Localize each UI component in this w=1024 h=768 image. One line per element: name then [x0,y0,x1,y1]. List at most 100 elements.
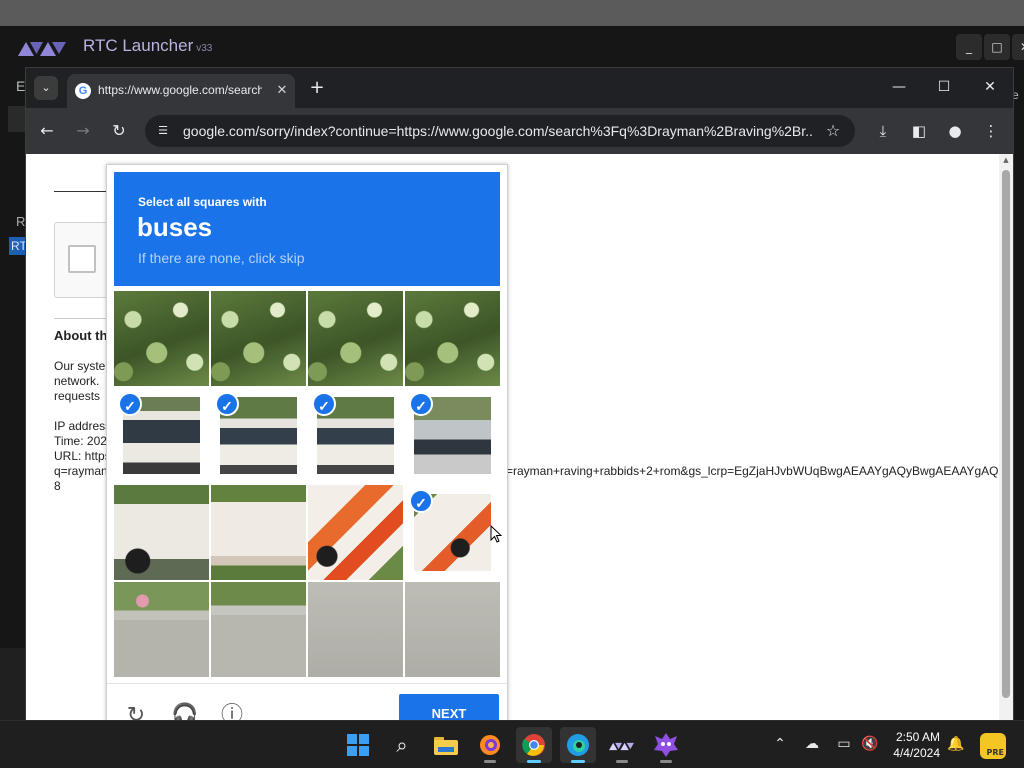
captcha-tile[interactable] [405,291,500,386]
file-explorer-icon[interactable] [428,727,464,763]
rtc-side-letter: E [16,78,26,94]
reload-button[interactable]: ↻ [106,118,132,144]
edge-icon[interactable] [560,727,596,763]
captcha-tile[interactable] [114,485,209,580]
taskbar: ⌕ ⌃ ☁ ▭ 🔇 2:50 AM 4/4/2024 🔔 PRE [0,720,1024,768]
captcha-hint: If there are none, click skip [138,250,305,266]
search-icon[interactable]: ⌕ [384,727,420,763]
next-button[interactable]: NEXT [399,694,499,720]
rtc-close-button[interactable]: ✕ [1012,34,1024,60]
browser-toolbar: ← → ↻ ☰ google.com/sorry/index?continue=… [26,108,1013,154]
volume-muted-icon[interactable]: 🔇 [859,733,881,755]
scroll-up-icon[interactable]: ▲ [1002,156,1010,166]
chrome-logo-icon [522,734,545,756]
captcha-tile[interactable]: ✓ [405,485,500,580]
audio-challenge-icon[interactable]: 🎧 [171,702,198,720]
start-button[interactable] [340,727,376,763]
site-info-icon[interactable]: ☰ [155,123,171,139]
page-content: About this page Our systems have detecte… [26,154,999,720]
rtc-side-field[interactable] [8,106,25,132]
top-strip [0,0,1024,26]
captcha-tile[interactable]: ✓ [114,388,209,483]
rtc-logo-icon [609,742,634,751]
folder-icon [434,737,458,755]
tab-close-icon[interactable]: ✕ [273,82,291,100]
checkmark-icon: ✓ [118,392,142,416]
captcha-tile[interactable]: ✓ [211,388,306,483]
captcha-footer: ↻ 🎧 ⓘ NEXT [107,683,507,720]
rtc-launcher-taskbar-icon[interactable] [604,727,640,763]
rtc-side-selection[interactable]: RT [9,237,27,255]
divider [54,191,114,192]
cloud-offline-icon[interactable]: ☁ [801,733,823,755]
running-indicator [484,760,496,763]
address-bar[interactable]: ☰ google.com/sorry/index?continue=https:… [145,115,855,147]
captcha-tile[interactable]: ✓ [405,388,500,483]
scroll-thumb[interactable] [1002,170,1010,698]
captcha-tile[interactable] [114,582,209,677]
game-app-icon[interactable] [648,727,684,763]
copilot-pre-icon[interactable]: PRE [980,733,1006,759]
tile-image [211,485,306,580]
captcha-tile[interactable] [211,485,306,580]
chevron-up-icon[interactable]: ⌃ [769,733,791,755]
tile-image [114,291,209,386]
ip-label: IP address [54,419,106,433]
url-query: q=rayman [54,464,106,478]
captcha-target: buses [137,212,213,242]
rtc-version: v33 [196,43,213,54]
tab-google-search[interactable]: G https://www.google.com/search?q=rayman… [67,74,295,108]
address-url[interactable]: google.com/sorry/index?continue=https://… [183,123,813,141]
url-label: URL: https [54,449,106,463]
firefox-icon[interactable] [472,727,508,763]
chrome-window: ⌄ G https://www.google.com/search?q=raym… [25,67,1014,720]
checkmark-icon: ✓ [312,392,336,416]
side-panel-icon[interactable]: ◧ [907,119,931,143]
captcha-tile[interactable] [308,485,403,580]
checkmark-icon: ✓ [215,392,239,416]
captcha-tile[interactable]: ✓ [308,388,403,483]
tile-image [308,291,403,386]
window-maximize-button[interactable]: ☐ [931,76,957,98]
captcha-tile[interactable] [308,582,403,677]
checkmark-icon: ✓ [409,392,433,416]
rtc-title-text: RTC Launcher [83,36,194,55]
forward-button[interactable]: → [70,118,96,144]
captcha-tile[interactable] [308,291,403,386]
running-indicator [527,760,541,763]
firefox-logo-icon [480,735,500,755]
profile-icon[interactable]: ● [943,119,967,143]
display-icon[interactable]: ▭ [833,733,855,755]
clock[interactable]: 2:50 AM 4/4/2024 [882,729,940,761]
windows-logo-icon [347,734,369,756]
chrome-icon[interactable] [516,727,552,763]
window-minimize-button[interactable]: — [886,76,912,98]
time-label: Time: 2024 [54,434,106,448]
running-indicator [571,760,585,763]
bookmark-star-icon[interactable]: ☆ [823,121,843,141]
tile-image [308,582,403,677]
captcha-tile[interactable] [211,582,306,677]
info-icon[interactable]: ⓘ [219,702,245,720]
tile-image [211,291,306,386]
divider [54,318,114,319]
new-tab-button[interactable]: + [306,77,328,99]
rtc-maximize-button[interactable]: □ [984,34,1010,60]
page-scrollbar[interactable]: ▲ [999,154,1013,720]
captcha-tile[interactable] [114,291,209,386]
menu-kebab-icon[interactable]: ⋮ [979,119,1003,143]
reload-challenge-icon[interactable]: ↻ [123,702,149,720]
back-button[interactable]: ← [34,118,60,144]
window-close-button[interactable]: ✕ [977,76,1003,98]
recaptcha-checkbox[interactable] [68,245,96,273]
download-icon[interactable]: ⤓ [871,119,895,143]
tab-search-button[interactable]: ⌄ [34,76,58,100]
captcha-tile[interactable] [211,291,306,386]
page-text-line: network. [54,374,100,388]
captcha-tile[interactable] [405,582,500,677]
rtc-title: RTC Launcher v33 [83,36,212,56]
notification-bell-icon[interactable]: 🔔 [945,733,967,755]
url-continued: =rayman+raving+rabbids+2+rom&gs_lcrp=EgZ… [506,464,999,478]
rtc-side-letter-r: R [16,214,26,229]
rtc-minimize-button[interactable]: _ [956,34,982,60]
